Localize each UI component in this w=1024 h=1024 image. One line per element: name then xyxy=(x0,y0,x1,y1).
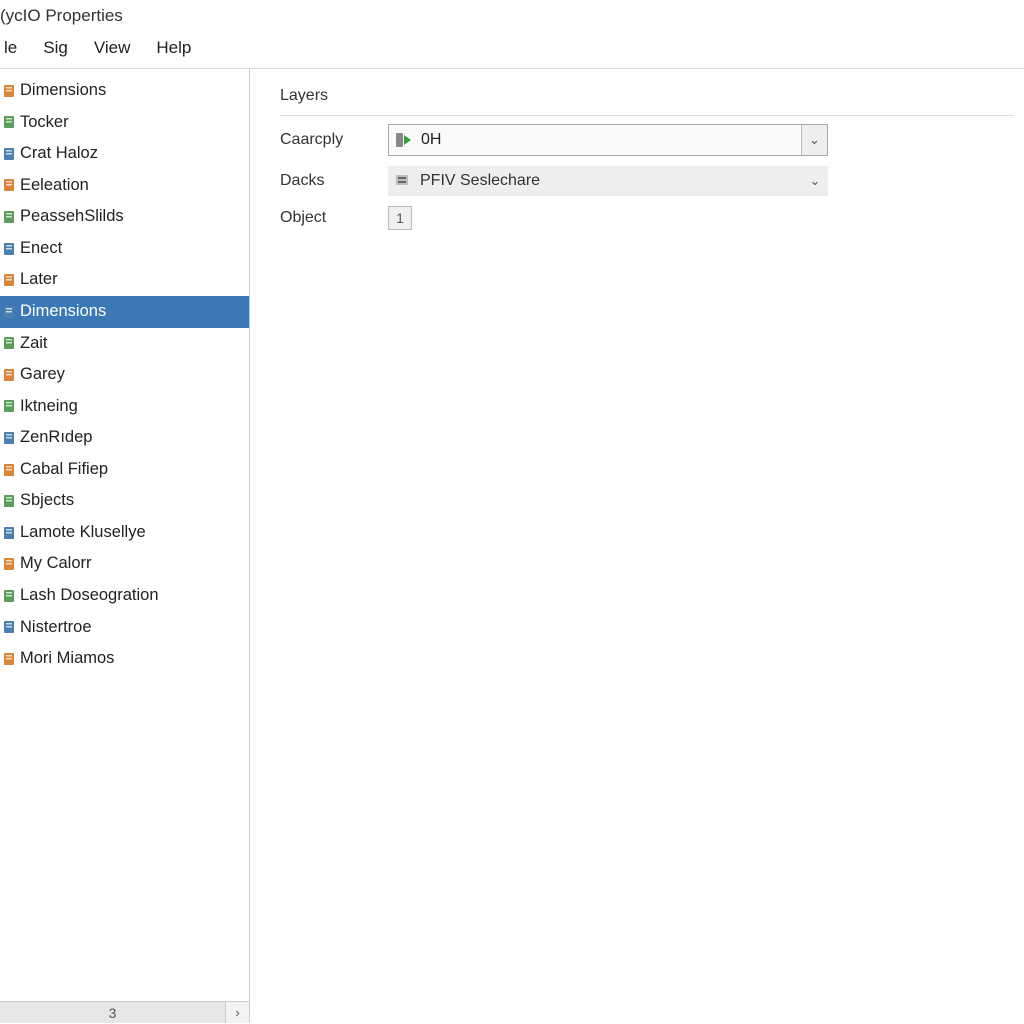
tree-item-label: Cabal Fifiep xyxy=(20,457,108,483)
tree-item[interactable]: Mori Miamos xyxy=(0,643,249,675)
menu-bar: le Sig View Help xyxy=(0,30,1024,69)
tree-item-label: PeassehSlilds xyxy=(20,204,124,230)
menu-item-help[interactable]: Help xyxy=(152,36,195,60)
tree-item-label: Eeleation xyxy=(20,173,89,199)
doc-green-icon xyxy=(2,210,16,224)
tree-item[interactable]: Lamote Klusellye xyxy=(0,517,249,549)
field-label-caarcply: Caarcply xyxy=(280,131,388,149)
doc-blue-icon xyxy=(2,526,16,540)
doc-orange-icon xyxy=(2,273,16,287)
tree-item-label: Later xyxy=(20,267,58,293)
doc-green-icon xyxy=(2,115,16,129)
doc-orange-icon xyxy=(2,463,16,477)
tree-item[interactable]: Eeleation xyxy=(0,170,249,202)
field-label-dacks: Dacks xyxy=(280,172,388,190)
tree-item-label: Lamote Klusellye xyxy=(20,520,146,546)
doc-blue-icon xyxy=(2,305,16,319)
tree-item-label: Nistertroe xyxy=(20,615,92,641)
doc-blue-icon xyxy=(2,620,16,634)
tree-item-label: Sbjects xyxy=(20,488,74,514)
tree-item-label: My Calorr xyxy=(20,551,92,577)
doc-green-icon xyxy=(2,494,16,508)
tree-item[interactable]: Tocker xyxy=(0,107,249,139)
chevron-down-icon: ⌄ xyxy=(810,173,821,189)
doc-blue-icon xyxy=(2,431,16,445)
dacks-combobox[interactable]: PFIV Seslechare ⌄ xyxy=(388,166,828,196)
dacks-value: PFIV Seslechare xyxy=(414,172,802,190)
tree-item-label: Tocker xyxy=(20,110,69,136)
menu-item-sig[interactable]: Sig xyxy=(39,36,72,60)
chevron-down-icon: ⌄ xyxy=(809,132,820,148)
tree-item-label: Dimensions xyxy=(20,299,106,325)
caarcply-combobox[interactable]: 0H ⌄ xyxy=(388,124,828,156)
tree-item-label: Crat Haloz xyxy=(20,141,98,167)
tree-item[interactable]: Sbjects xyxy=(0,485,249,517)
doc-blue-icon xyxy=(2,242,16,256)
properties-panel: Layers Caarcply 0H ⌄ Dacks PF xyxy=(250,69,1024,1023)
tree-item-label: Zait xyxy=(20,331,48,357)
doc-green-icon xyxy=(2,336,16,350)
tree-item[interactable]: Dimensions xyxy=(0,296,249,328)
doc-blue-icon xyxy=(2,147,16,161)
caarcply-dropdown-button[interactable]: ⌄ xyxy=(801,125,827,155)
tree-item-label: Garey xyxy=(20,362,65,388)
field-label-object: Object xyxy=(280,209,388,227)
doc-green-icon xyxy=(2,589,16,603)
tree-item[interactable]: Zait xyxy=(0,328,249,360)
tree-item[interactable]: Nistertroe xyxy=(0,612,249,644)
tree-item-label: Lash Doseogration xyxy=(20,583,159,609)
doc-orange-icon xyxy=(2,652,16,666)
tree-item-label: Enect xyxy=(20,236,62,262)
tree-item[interactable]: My Calorr xyxy=(0,548,249,580)
sidebar-statusbar: 3 › xyxy=(0,1001,249,1023)
tree-item-label: Iktneing xyxy=(20,394,78,420)
tree-item[interactable]: Garey xyxy=(0,359,249,391)
doc-orange-icon xyxy=(2,368,16,382)
tree-item-label: ZenRıdep xyxy=(20,425,92,451)
tree-item[interactable]: ZenRıdep xyxy=(0,422,249,454)
caarcply-value: 0H xyxy=(415,131,801,149)
tree-item-label: Mori Miamos xyxy=(20,646,114,672)
object-value-box[interactable]: 1 xyxy=(388,206,412,230)
tree-item[interactable]: Dimensions xyxy=(0,75,249,107)
menu-item-view[interactable]: View xyxy=(90,36,135,60)
gear-icon xyxy=(392,170,414,192)
tree-item-label: Dimensions xyxy=(20,78,106,104)
tree-view[interactable]: Dimensions Tocker Crat Haloz Eeleation Peass… xyxy=(0,69,249,1001)
tree-item[interactable]: Crat Haloz xyxy=(0,138,249,170)
scroll-right-button[interactable]: › xyxy=(225,1002,249,1023)
tree-item[interactable]: Iktneing xyxy=(0,391,249,423)
play-icon xyxy=(393,129,415,151)
tree-item[interactable]: PeassehSlilds xyxy=(0,201,249,233)
window-title: (ycIO Properties xyxy=(0,0,1024,30)
doc-green-icon xyxy=(2,399,16,413)
tree-item[interactable]: Later xyxy=(0,264,249,296)
dacks-dropdown-button[interactable]: ⌄ xyxy=(802,166,828,196)
tree-item[interactable]: Lash Doseogration xyxy=(0,580,249,612)
sidebar: Dimensions Tocker Crat Haloz Eeleation Peass… xyxy=(0,69,250,1023)
tree-item[interactable]: Cabal Fifiep xyxy=(0,454,249,486)
status-value: 3 xyxy=(0,1005,225,1021)
doc-orange-icon xyxy=(2,84,16,98)
doc-orange-icon xyxy=(2,557,16,571)
tree-item[interactable]: Enect xyxy=(0,233,249,265)
group-label-layers: Layers xyxy=(280,87,1014,105)
chevron-right-icon: › xyxy=(235,1005,239,1020)
doc-orange-icon xyxy=(2,178,16,192)
menu-item-file[interactable]: le xyxy=(0,36,21,60)
